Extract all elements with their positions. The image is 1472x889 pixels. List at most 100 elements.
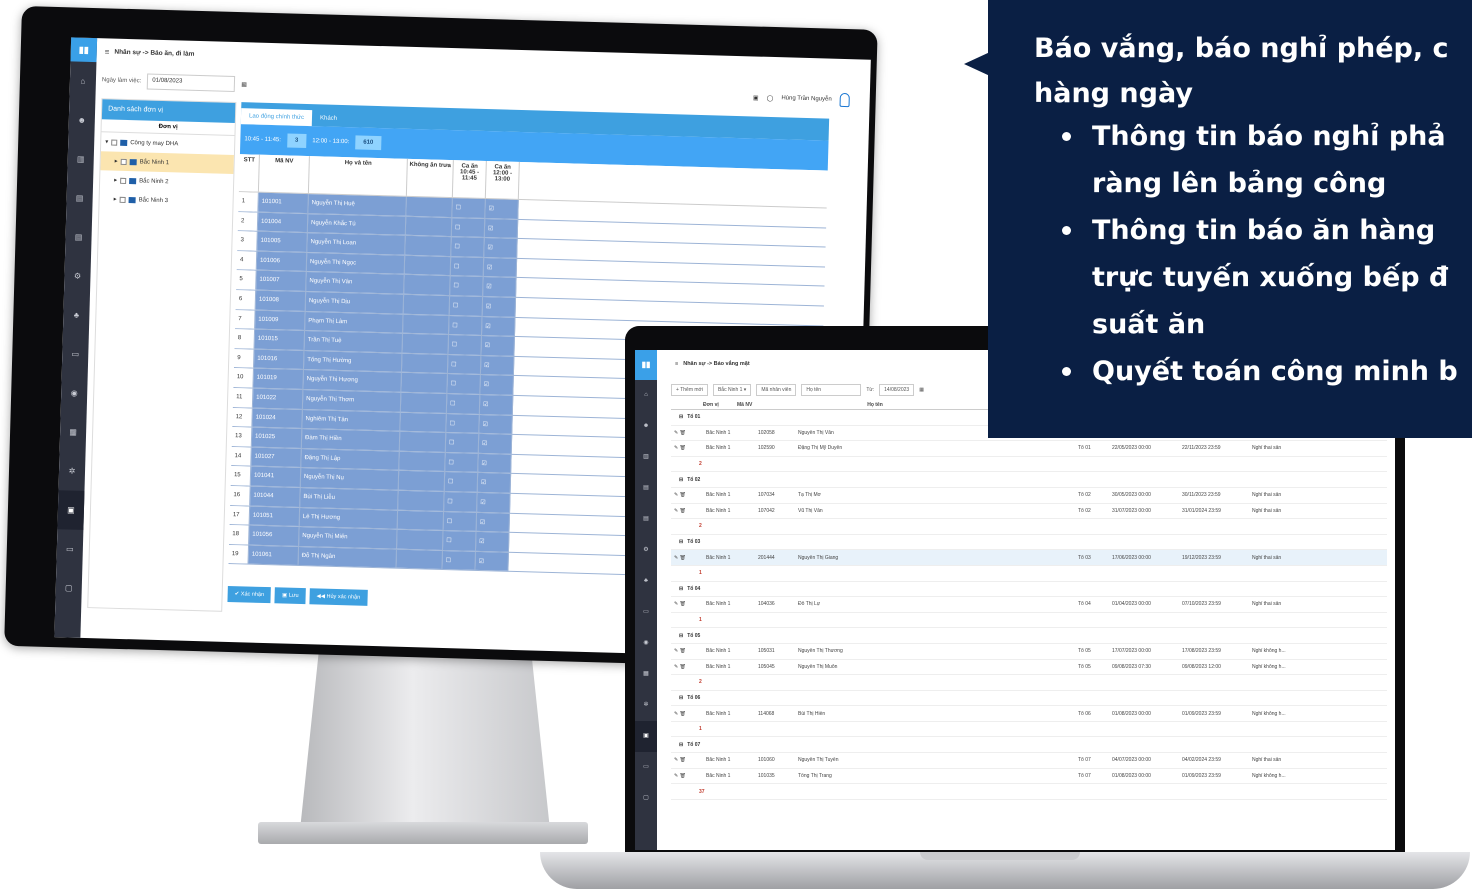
shift1-checkbox[interactable]: ☐ [450,256,485,277]
chart-icon[interactable]: ▥ [635,442,657,473]
table-row[interactable]: ✎ 🗑 Bắc Ninh 1 201444 Nguyễn Thị Giang Tổ 03… [671,550,1387,566]
shift2-checkbox[interactable]: ☑ [480,355,515,376]
employee-code-input[interactable]: Mã nhân viên [756,384,797,396]
calendar-icon[interactable]: ▣ [753,94,759,101]
home-icon[interactable]: ⌂ [635,380,657,411]
shift1-checkbox[interactable]: ☐ [451,217,486,238]
checkbox[interactable] [120,177,127,184]
row-actions[interactable]: ✎ 🗑 [671,492,703,498]
card-icon[interactable]: ▭ [635,597,657,628]
group-row[interactable]: ⊟ Tổ 06 [671,691,1387,707]
col-name[interactable]: Họ tên [775,400,975,409]
shift2-checkbox[interactable]: ☑ [475,531,510,552]
settings-icon[interactable]: ⚙ [635,535,657,566]
table-row[interactable]: ✎ 🗑 Bắc Ninh 1 104036 Đỗ Thị Lự Tổ 04 01/04/2… [671,597,1387,613]
document-icon[interactable]: ▤ [65,217,92,257]
collapse-icon[interactable]: ⊟ [679,633,683,639]
app-logo-icon[interactable]: ▮▮ [635,350,657,380]
shift2-checkbox[interactable]: ☑ [481,336,515,356]
row-actions[interactable]: ✎ 🗑 [671,757,703,763]
shift2-checkbox[interactable]: ☑ [478,453,512,474]
shift2-checkbox[interactable]: ☑ [484,218,519,239]
no-lunch-cell[interactable] [399,451,446,472]
shift1-checkbox[interactable]: ☐ [448,335,482,355]
shift1-checkbox[interactable]: ☐ [452,198,486,218]
collapse-icon[interactable]: ⊟ [679,539,683,545]
shift2-checkbox[interactable]: ☑ [483,257,518,278]
no-lunch-cell[interactable] [400,412,447,433]
info-icon[interactable]: ◯ [767,94,774,101]
card-icon[interactable]: ▭ [62,334,89,374]
shift1-checkbox[interactable]: ☐ [442,531,477,551]
user-icon[interactable]: ☻ [635,411,657,442]
shift1-checkbox[interactable]: ☐ [445,433,480,453]
row-actions[interactable]: ✎ 🗑 [671,711,703,717]
group-row[interactable]: ⊟ Tổ 02 [671,472,1387,488]
globe-icon[interactable]: ◉ [61,373,88,413]
user-name[interactable]: Hùng Trần Nguyễn [781,95,832,102]
tab-official[interactable]: Lao động chính thức [240,108,313,127]
no-lunch-cell[interactable] [403,294,451,315]
caret-right-icon[interactable]: ▸ [115,158,118,165]
calendar-icon[interactable]: ▦ [241,81,247,88]
no-lunch-cell[interactable] [405,216,453,237]
group-row[interactable]: ⊟ Tổ 07 [671,737,1387,754]
group-row[interactable]: ⊟ Tổ 04 [671,582,1387,598]
no-lunch-cell[interactable] [399,431,447,452]
row-actions[interactable]: ✎ 🗑 [671,445,703,451]
shift1-checkbox[interactable]: ☐ [443,511,478,531]
money-icon[interactable]: ▭ [635,752,657,783]
shift2-checkbox[interactable]: ☑ [479,394,514,415]
no-lunch-cell[interactable] [397,510,445,531]
tree-item[interactable]: ▸ Bắc Ninh 3 [99,189,232,212]
collapse-icon[interactable]: ⊟ [679,414,683,420]
shift1-checkbox[interactable]: ☐ [442,550,476,571]
date-input[interactable]: 01/08/2023 [147,73,236,92]
row-actions[interactable]: ✎ 🗑 [671,430,703,436]
money-icon[interactable]: ▭ [56,529,83,569]
collapse-icon[interactable]: ⊟ [679,695,683,701]
no-lunch-cell[interactable] [397,529,444,550]
shift2-checkbox[interactable]: ☑ [476,512,511,532]
menu-icon[interactable]: ≡ [105,47,110,56]
caret-right-icon[interactable]: ▸ [114,177,117,184]
home-icon[interactable]: ⌂ [69,61,96,101]
document-icon[interactable]: ▤ [66,178,93,218]
shift1-checkbox[interactable]: ☐ [451,237,485,257]
collapse-icon[interactable]: ⊟ [679,742,683,748]
chart-icon[interactable]: ▥ [67,139,94,179]
shift1-checkbox[interactable]: ☐ [447,374,481,394]
checkbox[interactable] [119,196,126,203]
group-icon[interactable]: ♣ [63,295,90,335]
caret-right-icon[interactable]: ▸ [114,196,117,203]
col-ma[interactable]: Mã NV [258,154,310,194]
table-row[interactable]: ✎ 🗑 Bắc Ninh 1 107042 Vũ Thị Vân Tổ 02 31/07/… [671,504,1387,520]
no-lunch-cell[interactable] [400,392,448,413]
table-row[interactable]: ✎ 🗑 Bắc Ninh 1 101035 Tống Thị Trang Tổ 07 01… [671,769,1387,785]
shift2-checkbox[interactable]: ☑ [482,296,517,317]
shift1-checkbox[interactable]: ☐ [447,354,482,375]
group-icon[interactable]: ♣ [635,566,657,597]
calendar-icon[interactable]: ▢ [635,783,657,814]
col-name[interactable]: Họ và tên [308,156,408,196]
shift2-checkbox[interactable]: ☑ [477,473,512,493]
no-lunch-cell[interactable] [398,471,446,491]
group-row[interactable]: ⊟ Tổ 05 [671,628,1387,644]
row-actions[interactable]: ✎ 🗑 [671,648,703,654]
row-actions[interactable]: ✎ 🗑 [671,508,703,514]
shift1-checkbox[interactable]: ☐ [446,413,480,434]
no-lunch-cell[interactable] [404,275,451,296]
save-button[interactable]: ▣ Lưu [274,587,306,605]
no-lunch-cell[interactable] [401,353,449,374]
grid-icon[interactable]: ▦ [60,412,87,452]
app-logo-icon[interactable]: ▮▮ [70,37,98,63]
shift1-checkbox[interactable]: ☐ [450,276,484,296]
row-actions[interactable]: ✎ 🗑 [671,601,703,607]
shift2-checkbox[interactable]: ☑ [481,316,516,337]
row-actions[interactable]: ✎ 🗑 [671,773,703,779]
menu-icon[interactable]: ≡ [675,361,678,367]
collapse-icon[interactable]: ⊟ [679,586,683,592]
table-row[interactable]: ✎ 🗑 Bắc Ninh 1 105031 Nguyễn Thị Thương Tổ 0… [671,644,1387,660]
shift2-checkbox[interactable]: ☑ [475,551,509,572]
tab-guest[interactable]: Khách [312,110,345,127]
